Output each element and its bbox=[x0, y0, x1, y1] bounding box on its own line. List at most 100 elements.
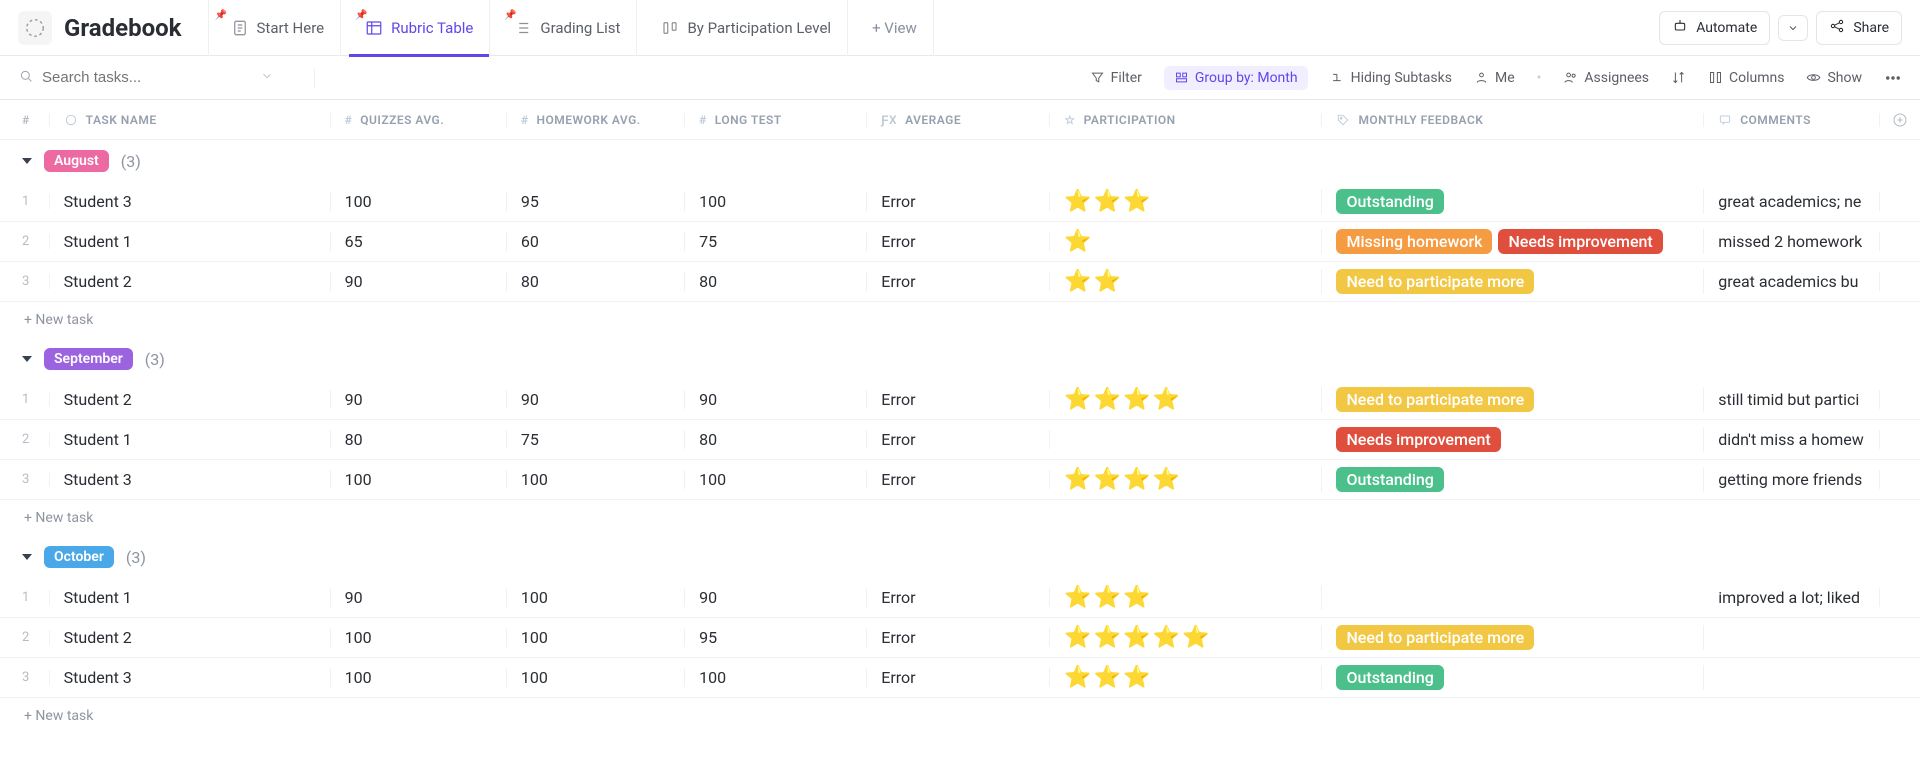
cell-homework[interactable]: 75 bbox=[507, 430, 685, 449]
cell-homework[interactable]: 60 bbox=[507, 232, 685, 251]
cell-average[interactable]: Error bbox=[867, 628, 1050, 647]
feedback-tag[interactable]: Needs improvement bbox=[1498, 229, 1662, 254]
group-header[interactable]: September (3) bbox=[0, 338, 1920, 380]
cell-quizzes[interactable]: 90 bbox=[331, 588, 507, 607]
cell-longtest[interactable]: 100 bbox=[685, 192, 867, 211]
feedback-tag[interactable]: Need to participate more bbox=[1336, 269, 1534, 294]
cell-quizzes[interactable]: 65 bbox=[331, 232, 507, 251]
table-row[interactable]: 1 Student 3 100 95 100 Error ⭐⭐⭐ Outstan… bbox=[0, 182, 1920, 222]
cell-participation[interactable]: ⭐⭐⭐ bbox=[1050, 585, 1322, 610]
cell-longtest[interactable]: 75 bbox=[685, 232, 867, 251]
feedback-tag[interactable]: Need to participate more bbox=[1336, 625, 1534, 650]
cell-feedback[interactable]: Missing homework Needs improvement bbox=[1322, 229, 1704, 254]
assignees-button[interactable]: Assignees bbox=[1563, 70, 1649, 86]
cell-quizzes[interactable]: 100 bbox=[331, 470, 507, 489]
feedback-tag[interactable]: Needs improvement bbox=[1336, 427, 1500, 452]
cell-feedback[interactable]: Outstanding bbox=[1322, 467, 1704, 492]
cell-name[interactable]: Student 1 bbox=[50, 588, 331, 607]
cell-comments[interactable]: great academics bu bbox=[1704, 272, 1880, 291]
new-task-button[interactable]: + New task bbox=[0, 500, 1920, 536]
col-average[interactable]: ƒxAVERAGE bbox=[867, 113, 1050, 127]
cell-name[interactable]: Student 3 bbox=[50, 192, 331, 211]
cell-comments[interactable]: improved a lot; liked bbox=[1704, 588, 1880, 607]
cell-quizzes[interactable]: 100 bbox=[331, 628, 507, 647]
col-homework[interactable]: #HOMEWORK AVG. bbox=[507, 113, 685, 127]
show-button[interactable]: Show bbox=[1806, 70, 1862, 86]
add-view-button[interactable]: + View bbox=[856, 0, 934, 56]
cell-name[interactable]: Student 3 bbox=[50, 668, 331, 687]
cell-average[interactable]: Error bbox=[867, 588, 1050, 607]
cell-longtest[interactable]: 80 bbox=[685, 272, 867, 291]
cell-comments[interactable]: missed 2 homework bbox=[1704, 232, 1880, 251]
cell-participation[interactable]: ⭐⭐⭐⭐⭐ bbox=[1050, 625, 1322, 650]
cell-average[interactable]: Error bbox=[867, 430, 1050, 449]
cell-feedback[interactable]: Outstanding bbox=[1322, 189, 1704, 214]
table-row[interactable]: 1 Student 2 90 90 90 Error ⭐⭐⭐⭐ Need to … bbox=[0, 380, 1920, 420]
cell-participation[interactable]: ⭐⭐⭐⭐ bbox=[1050, 387, 1322, 412]
filter-button[interactable]: Filter bbox=[1090, 70, 1142, 86]
cell-average[interactable]: Error bbox=[867, 272, 1050, 291]
cell-average[interactable]: Error bbox=[867, 668, 1050, 687]
workspace-logo[interactable] bbox=[18, 11, 52, 45]
cell-comments[interactable]: getting more friends bbox=[1704, 470, 1880, 489]
cell-name[interactable]: Student 1 bbox=[50, 430, 331, 449]
group-header[interactable]: August (3) bbox=[0, 140, 1920, 182]
search-input[interactable] bbox=[42, 69, 252, 86]
cell-longtest[interactable]: 90 bbox=[685, 588, 867, 607]
col-quizzes[interactable]: #QUIZZES AVG. bbox=[331, 113, 507, 127]
cell-longtest[interactable]: 80 bbox=[685, 430, 867, 449]
add-column-button[interactable] bbox=[1880, 112, 1920, 128]
more-icon[interactable] bbox=[1884, 69, 1902, 87]
group-by-button[interactable]: Group by: Month bbox=[1164, 66, 1308, 90]
cell-participation[interactable]: ⭐⭐⭐ bbox=[1050, 665, 1322, 690]
cell-feedback[interactable]: Need to participate more bbox=[1322, 269, 1704, 294]
cell-homework[interactable]: 100 bbox=[507, 628, 685, 647]
cell-homework[interactable]: 90 bbox=[507, 390, 685, 409]
cell-feedback[interactable]: Needs improvement bbox=[1322, 427, 1704, 452]
chevron-down-icon[interactable] bbox=[260, 69, 274, 87]
cell-average[interactable]: Error bbox=[867, 390, 1050, 409]
automate-button[interactable]: Automate bbox=[1659, 11, 1770, 45]
cell-participation[interactable]: ⭐⭐⭐⭐ bbox=[1050, 467, 1322, 492]
cell-comments[interactable]: great academics; ne bbox=[1704, 192, 1880, 211]
cell-homework[interactable]: 100 bbox=[507, 588, 685, 607]
cell-participation[interactable]: ⭐⭐⭐ bbox=[1050, 189, 1322, 214]
columns-button[interactable]: Columns bbox=[1708, 70, 1784, 86]
cell-homework[interactable]: 100 bbox=[507, 668, 685, 687]
cell-participation[interactable]: ⭐⭐ bbox=[1050, 269, 1322, 294]
automate-dropdown[interactable] bbox=[1778, 15, 1808, 41]
cell-comments[interactable]: didn't miss a homew bbox=[1704, 430, 1880, 449]
cell-name[interactable]: Student 2 bbox=[50, 272, 331, 291]
sort-button[interactable] bbox=[1671, 70, 1686, 85]
feedback-tag[interactable]: Outstanding bbox=[1336, 665, 1443, 690]
subtasks-button[interactable]: Hiding Subtasks bbox=[1330, 70, 1452, 86]
col-participation[interactable]: ☆PARTICIPATION bbox=[1050, 113, 1322, 127]
tab-start-here[interactable]: 📌 Start Here bbox=[208, 0, 342, 56]
cell-quizzes[interactable]: 90 bbox=[331, 390, 507, 409]
feedback-tag[interactable]: Outstanding bbox=[1336, 467, 1443, 492]
share-button[interactable]: Share bbox=[1816, 11, 1902, 45]
table-row[interactable]: 2 Student 1 65 60 75 Error ⭐ Missing hom… bbox=[0, 222, 1920, 262]
cell-quizzes[interactable]: 100 bbox=[331, 668, 507, 687]
table-row[interactable]: 3 Student 3 100 100 100 Error ⭐⭐⭐ Outsta… bbox=[0, 658, 1920, 698]
table-row[interactable]: 2 Student 2 100 100 95 Error ⭐⭐⭐⭐⭐ Need … bbox=[0, 618, 1920, 658]
cell-average[interactable]: Error bbox=[867, 192, 1050, 211]
cell-name[interactable]: Student 2 bbox=[50, 628, 331, 647]
tab-by-participation[interactable]: By Participation Level bbox=[645, 0, 848, 56]
cell-longtest[interactable]: 95 bbox=[685, 628, 867, 647]
col-feedback[interactable]: MONTHLY FEEDBACK bbox=[1322, 113, 1704, 127]
cell-name[interactable]: Student 3 bbox=[50, 470, 331, 489]
table-row[interactable]: 3 Student 2 90 80 80 Error ⭐⭐ Need to pa… bbox=[0, 262, 1920, 302]
cell-quizzes[interactable]: 90 bbox=[331, 272, 507, 291]
col-long-test[interactable]: #LONG TEST bbox=[685, 113, 867, 127]
feedback-tag[interactable]: Need to participate more bbox=[1336, 387, 1534, 412]
tab-rubric-table[interactable]: 📌 Rubric Table bbox=[349, 0, 490, 56]
table-row[interactable]: 2 Student 1 80 75 80 Error Needs improve… bbox=[0, 420, 1920, 460]
cell-longtest[interactable]: 100 bbox=[685, 470, 867, 489]
feedback-tag[interactable]: Outstanding bbox=[1336, 189, 1443, 214]
col-task-name[interactable]: TASK NAME bbox=[50, 113, 331, 127]
cell-homework[interactable]: 80 bbox=[507, 272, 685, 291]
cell-longtest[interactable]: 90 bbox=[685, 390, 867, 409]
new-task-button[interactable]: + New task bbox=[0, 698, 1920, 734]
cell-feedback[interactable]: Need to participate more bbox=[1322, 625, 1704, 650]
